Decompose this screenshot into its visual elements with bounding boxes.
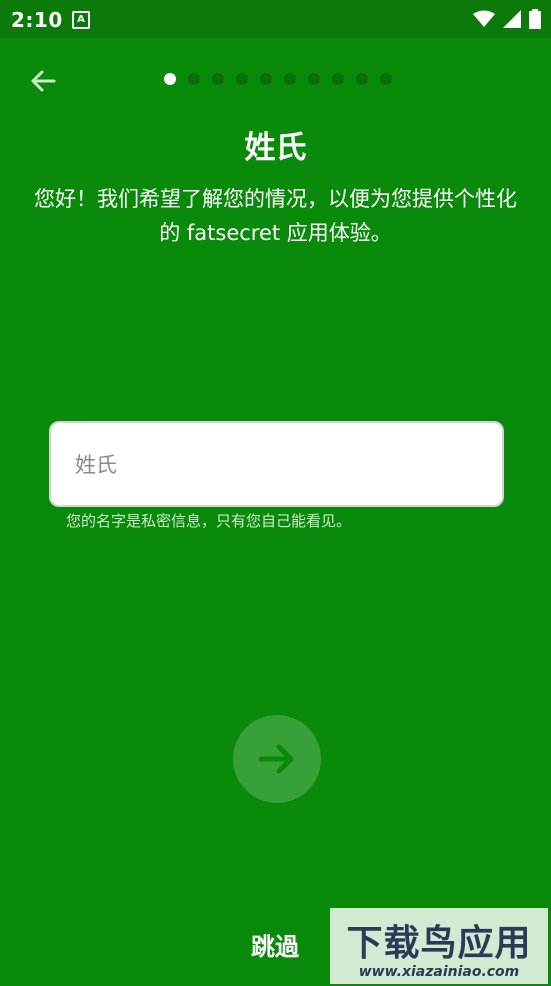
- wifi-icon: [473, 10, 495, 27]
- signal-icon: [503, 10, 521, 28]
- progress-dot: [332, 73, 344, 85]
- skip-button[interactable]: 跳過: [251, 927, 299, 962]
- status-time: 2:10: [11, 8, 63, 32]
- progress-dot: [356, 73, 368, 85]
- watermark: 下载鸟应用 www.xiazainiao.com: [330, 908, 548, 984]
- battery-icon: [529, 9, 541, 29]
- progress-dot: [308, 73, 320, 85]
- notification-icon: A: [72, 11, 90, 29]
- arrow-left-icon: [31, 70, 56, 92]
- page-title: 姓氏: [244, 130, 307, 166]
- next-button[interactable]: [233, 715, 321, 803]
- progress-dot: [188, 73, 200, 85]
- status-icons: [473, 9, 541, 29]
- page-subtitle: 您好！我们希望了解您的情况，以便为您提供个性化的 fatsecret 应用体验。: [34, 187, 517, 245]
- watermark-sub: www.xiazainiao.com: [358, 964, 520, 980]
- progress-dot: [236, 73, 248, 85]
- last-name-input[interactable]: [73, 423, 477, 507]
- progress-dots: [164, 73, 392, 85]
- progress-dot: [284, 73, 296, 85]
- progress-dot: [212, 73, 224, 85]
- helper-text: 您的名字是私密信息，只有您自己能看见。: [66, 512, 352, 530]
- arrow-right-icon: [258, 744, 294, 774]
- progress-dot: [260, 73, 272, 85]
- watermark-main: 下载鸟应用: [346, 923, 532, 964]
- back-button[interactable]: [24, 62, 64, 102]
- last-name-field-container: [49, 421, 504, 507]
- progress-dot-active: [164, 73, 176, 85]
- progress-dot: [380, 73, 392, 85]
- status-bar: 2:10 A: [0, 0, 551, 38]
